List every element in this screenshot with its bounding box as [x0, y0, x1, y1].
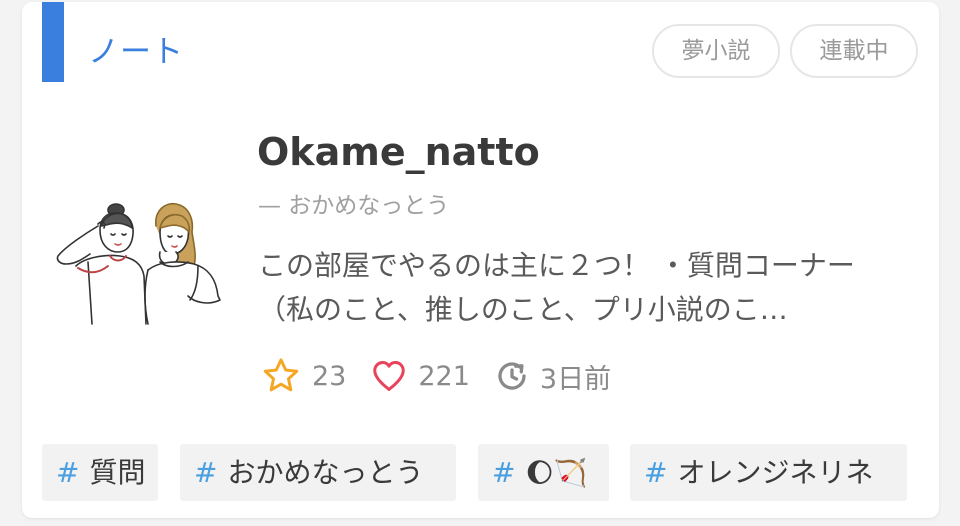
star-count: 23	[312, 360, 347, 392]
category-label: ノート	[88, 34, 184, 70]
heart-count: 221	[418, 360, 470, 392]
tag-label: おかめなっとう	[227, 456, 424, 489]
hash-icon: #	[644, 456, 668, 489]
tag-label: 🌔🏹	[525, 458, 588, 489]
tag-item[interactable]: # 質問	[42, 444, 158, 501]
heart-outline-icon	[373, 361, 406, 391]
status-pill[interactable]: 連載中	[790, 24, 918, 78]
heart-stat[interactable]: 221	[370, 357, 470, 395]
hash-icon: #	[56, 456, 80, 489]
tag-label: 質問	[89, 456, 146, 489]
star-stat[interactable]: 23	[260, 355, 346, 397]
tag-label: オレンジネリネ	[677, 456, 874, 489]
hash-icon: #	[492, 456, 516, 489]
hash-icon: #	[194, 456, 218, 489]
tag-item[interactable]: # 🌔🏹	[478, 444, 609, 501]
tag-item[interactable]: # オレンジネリネ	[630, 444, 907, 501]
author-avatar[interactable]	[48, 196, 224, 326]
genre-pill[interactable]: 夢小説	[652, 24, 780, 78]
two-girls-illustration-icon	[56, 202, 221, 325]
updated-stat: 3日前	[494, 357, 611, 396]
star-outline-icon	[263, 358, 299, 392]
author-name[interactable]: Okame_natto	[257, 126, 540, 178]
tag-item[interactable]: # おかめなっとう	[180, 444, 456, 501]
author-subtitle: — おかめなっとう	[258, 193, 450, 219]
history-clock-icon	[498, 362, 526, 390]
updated-time: 3日前	[539, 363, 612, 395]
stats-row: 23 221 3日前	[260, 354, 635, 398]
note-description[interactable]: この部屋でやるのは主に２つ！ ・質問コーナー （私のこと、推しのこと、プリ小説の…	[258, 244, 910, 332]
category-accent-bar	[42, 2, 64, 82]
